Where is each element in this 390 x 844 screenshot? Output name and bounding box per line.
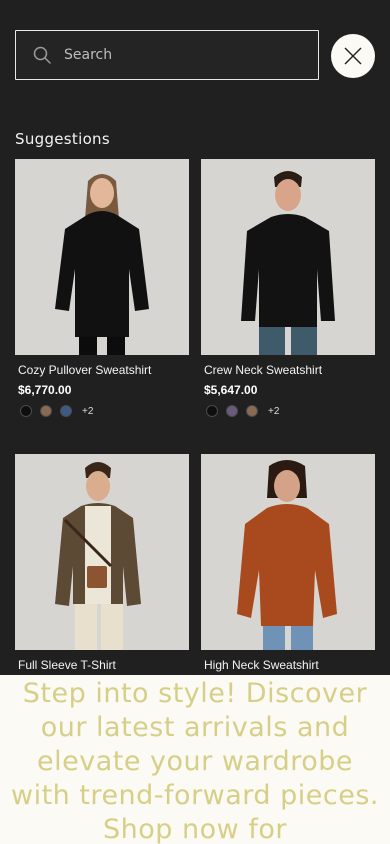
color-swatch-brown[interactable] [246, 405, 258, 417]
search-bar[interactable] [15, 30, 319, 80]
color-swatches: +2 [206, 405, 279, 417]
search-header [15, 30, 375, 82]
product-image[interactable] [201, 454, 375, 650]
product-image[interactable] [15, 159, 189, 355]
color-swatch-brown[interactable] [40, 405, 52, 417]
product-card[interactable]: Crew Neck Sweatshirt $5,647.00 +2 [201, 159, 375, 417]
suggestions-title: Suggestions [15, 130, 110, 148]
color-swatch-black[interactable] [20, 405, 32, 417]
product-name[interactable]: Cozy Pullover Sweatshirt [18, 363, 151, 377]
product-price: $6,770.00 [18, 383, 72, 397]
product-card[interactable]: Cozy Pullover Sweatshirt $6,770.00 +2 [15, 159, 189, 417]
more-colors-count[interactable]: +2 [268, 406, 279, 417]
color-swatch-black[interactable] [206, 405, 218, 417]
product-image[interactable] [201, 159, 375, 355]
product-price: $5,647.00 [204, 383, 258, 397]
promo-banner-text: Step into style! Discover our latest arr… [10, 678, 380, 844]
close-search-button[interactable] [331, 34, 375, 78]
product-name[interactable]: Full Sleeve T-Shirt [18, 658, 116, 672]
product-image[interactable] [15, 454, 189, 650]
color-swatches: +2 [20, 405, 93, 417]
search-icon [33, 46, 51, 64]
product-name[interactable]: High Neck Sweatshirt [204, 658, 319, 672]
color-swatch-blue[interactable] [60, 405, 72, 417]
close-icon [344, 47, 362, 65]
color-swatch-purple[interactable] [226, 405, 238, 417]
search-input[interactable] [64, 47, 284, 63]
promo-banner: Step into style! Discover our latest arr… [0, 675, 390, 844]
product-name[interactable]: Crew Neck Sweatshirt [204, 363, 322, 377]
more-colors-count[interactable]: +2 [82, 406, 93, 417]
product-card[interactable]: Full Sleeve T-Shirt [15, 454, 189, 672]
product-card[interactable]: High Neck Sweatshirt [201, 454, 375, 672]
